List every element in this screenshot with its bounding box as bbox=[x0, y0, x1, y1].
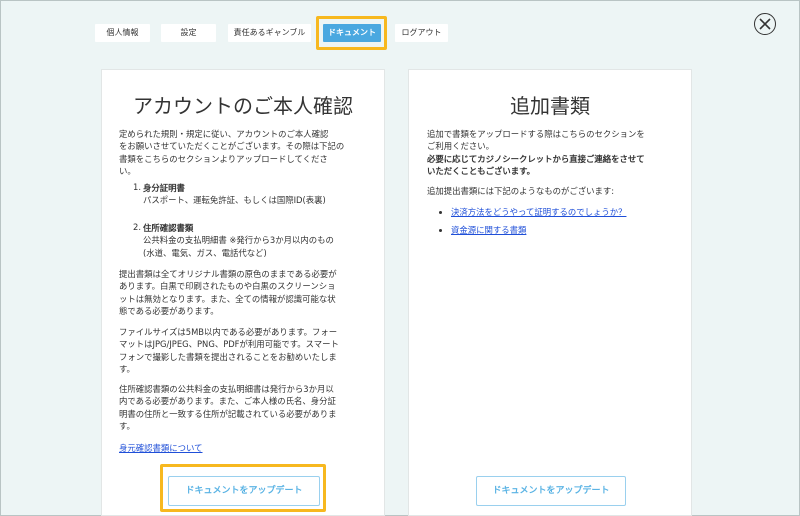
additional-documents-panel: 追加書類 追加で書類をアップロードする際はこちらのセクションを ご利用ください。 … bbox=[408, 69, 692, 516]
close-button[interactable] bbox=[754, 13, 776, 35]
additional-list-intro: 追加提出書類には下記のようなものがございます: bbox=[427, 186, 615, 196]
bullet-icon bbox=[439, 229, 442, 232]
verification-panel: アカウントのご本人確認 定められた規則・規定に従い、アカウントのご本人確認 をお願… bbox=[101, 69, 385, 516]
tab-responsible-gambling[interactable]: 責任あるギャンブル bbox=[228, 24, 311, 42]
button-highlight bbox=[160, 464, 326, 512]
payment-proof-link[interactable]: 決済方法をどうやって証明するのでしょうか？ bbox=[451, 206, 626, 218]
tab-logout[interactable]: ログアウト bbox=[395, 24, 448, 42]
additional-documents-title: 追加書類 bbox=[510, 94, 590, 118]
paragraph-file-size: ファイルサイズは5MB以内である必要があります。フォー マットはJPG/JPEG、… bbox=[119, 327, 339, 375]
item-address-document: 住所確認書類 公共料金の支払明細書 ※発行から3か月以内のもの (水道、電気、ガ… bbox=[143, 223, 334, 258]
verification-intro: 定められた規則・規定に従い、アカウントのご本人確認 をお願いさせていただくことがご… bbox=[119, 129, 345, 177]
bullet-icon bbox=[439, 211, 442, 214]
paragraph-original-colors: 提出書類は全てオリジナル書類の原色のままである必要が あります。白黒で印刷されたも… bbox=[119, 269, 337, 317]
item-id-document: 身分証明書 パスポート、運転免許証、もしくは国際ID(表裏) bbox=[143, 183, 326, 206]
tab-personal-info[interactable]: 個人情報 bbox=[95, 24, 150, 42]
tab-settings[interactable]: 設定 bbox=[161, 24, 216, 42]
verification-title: アカウントのご本人確認 bbox=[133, 94, 353, 118]
id-documents-link[interactable]: 身元確認書類について bbox=[119, 442, 203, 454]
tab-highlight bbox=[316, 16, 387, 50]
close-icon bbox=[759, 18, 771, 30]
paragraph-address-proof: 住所確認書類の公共料金の支払明細書は発行から3か月以 内である必要があります。また… bbox=[119, 384, 337, 432]
source-of-funds-link[interactable]: 資金源に関する書類 bbox=[451, 224, 526, 236]
additional-intro: 追加で書類をアップロードする際はこちらのセクションを ご利用ください。 必要に応じ… bbox=[427, 129, 645, 177]
right-update-documents-button[interactable]: ドキュメントをアップデート bbox=[476, 476, 626, 506]
